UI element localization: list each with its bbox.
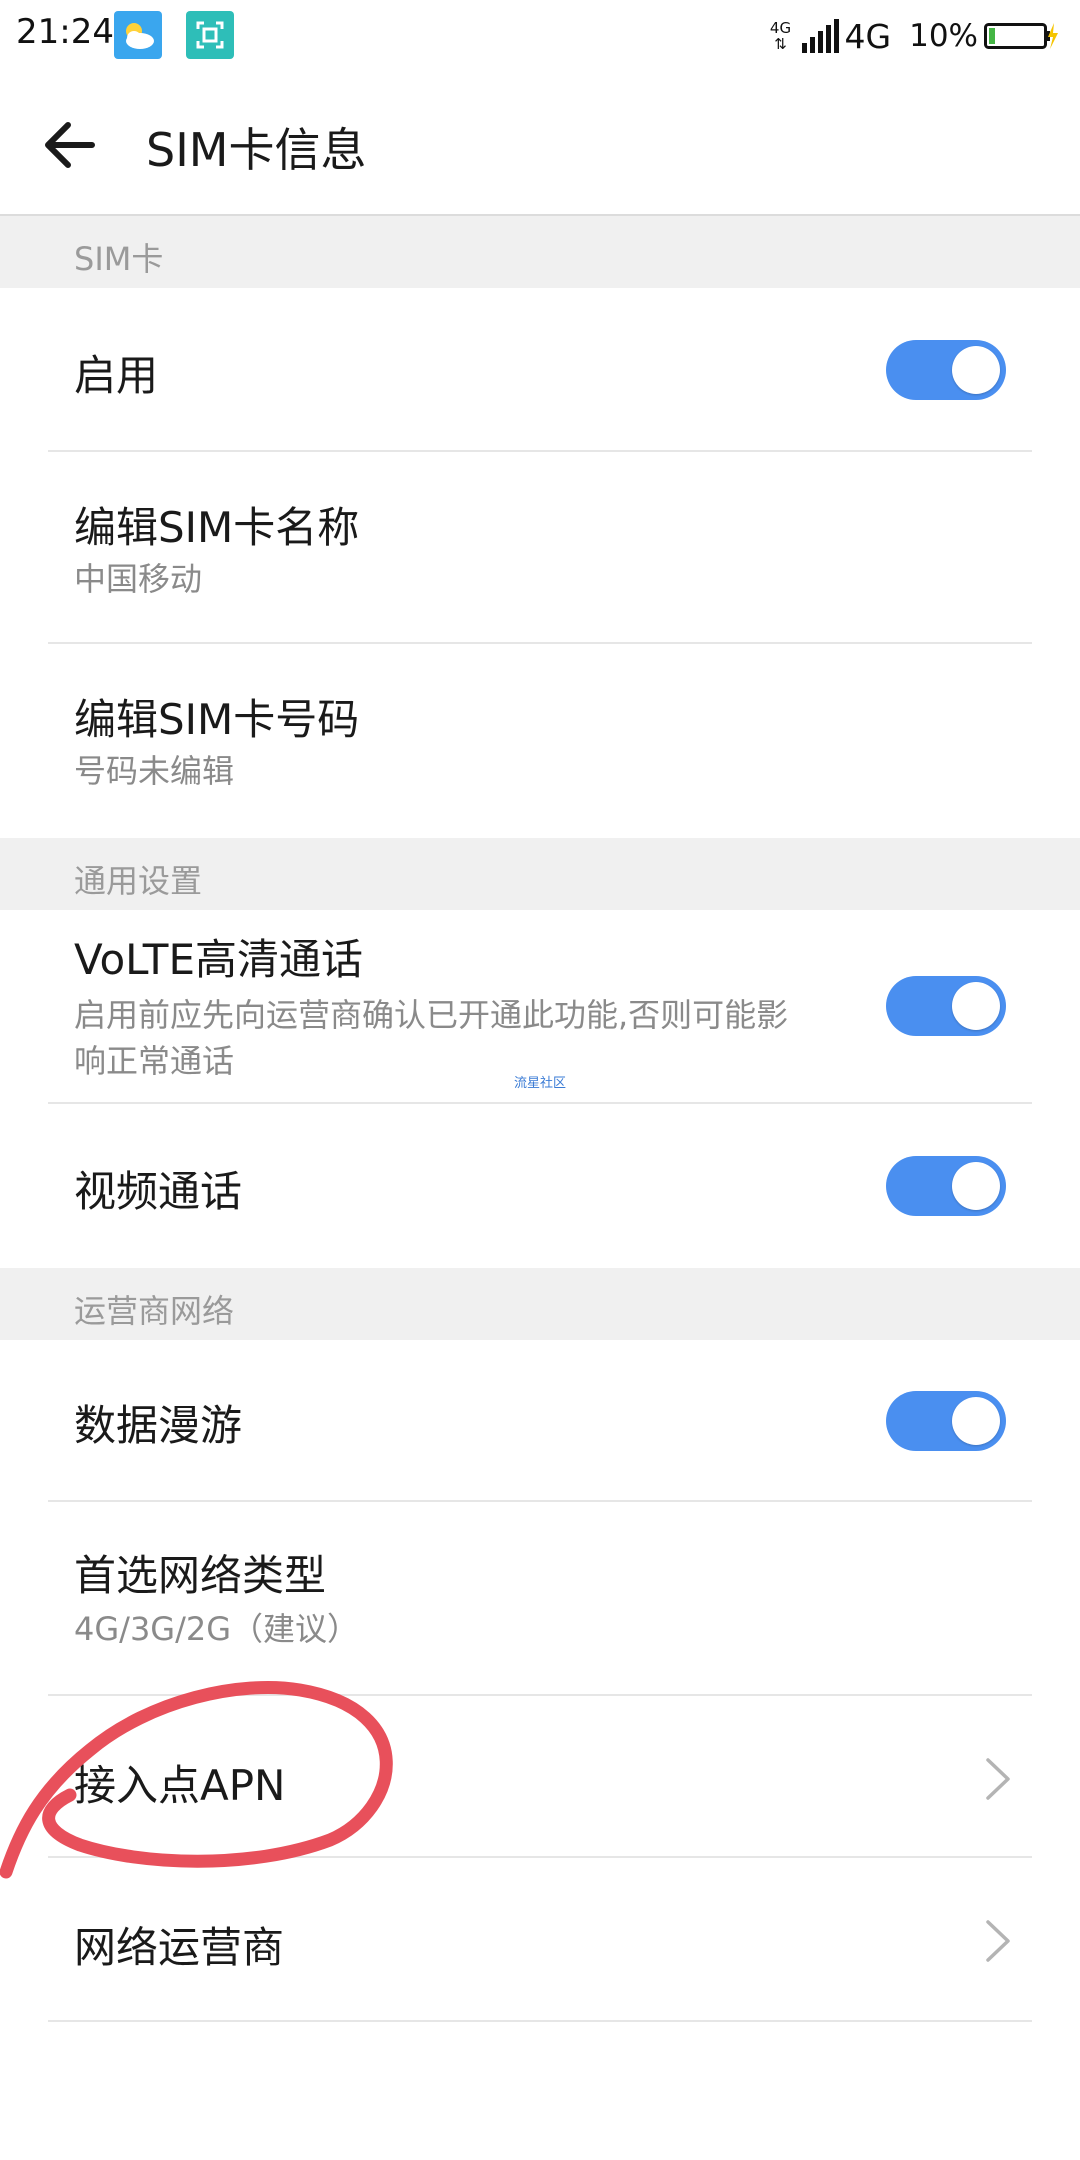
video-call-toggle[interactable]	[886, 1156, 1006, 1216]
row-network-operator[interactable]: 网络运营商	[0, 1858, 1080, 2022]
row-title: VoLTE高清通话	[74, 935, 363, 984]
section-label: 通用设置	[74, 862, 203, 900]
section-header-sim: SIM卡	[0, 216, 1080, 288]
row-edit-sim-name[interactable]: 编辑SIM卡名称 中国移动	[0, 452, 1080, 644]
status-bar: 21:24 4G ⇅ 4G 10%	[0, 0, 1080, 70]
row-apn[interactable]: 接入点APN	[0, 1696, 1080, 1858]
toggle-knob	[952, 982, 1000, 1030]
toggle-knob	[952, 1397, 1000, 1445]
row-preferred-network[interactable]: 首选网络类型 4G/3G/2G（建议）	[0, 1502, 1080, 1696]
app-header: SIM卡信息	[0, 70, 1080, 216]
toggle-knob	[952, 346, 1000, 394]
battery-icon	[984, 23, 1058, 49]
weather-icon	[114, 11, 162, 59]
row-video-call[interactable]: 视频通话	[0, 1104, 1080, 1268]
toggle-knob	[952, 1162, 1000, 1210]
row-title: 视频通话	[74, 1167, 243, 1216]
section-label: SIM卡	[74, 240, 164, 278]
row-data-roaming[interactable]: 数据漫游	[0, 1340, 1080, 1502]
status-right-group: 4G ⇅ 4G 10%	[767, 12, 1058, 60]
network-type: 4G	[844, 16, 892, 56]
watermark-text: 流星社区	[514, 1076, 567, 1091]
section-label: 运营商网络	[74, 1292, 235, 1330]
row-subtitle: 中国移动	[74, 560, 203, 598]
battery-percent: 10%	[909, 18, 978, 54]
network-small-label: 4G	[769, 19, 792, 37]
row-title: 网络运营商	[74, 1923, 285, 1972]
row-title: 编辑SIM卡名称	[74, 503, 360, 552]
data-roaming-toggle[interactable]	[886, 1391, 1006, 1451]
signal-icon	[801, 19, 839, 53]
row-title: 启用	[74, 351, 159, 400]
enable-sim-toggle[interactable]	[886, 340, 1006, 400]
data-arrows-icon: ⇅	[774, 35, 787, 53]
row-subtitle: 号码未编辑	[74, 752, 235, 790]
status-time: 21:24	[16, 12, 114, 52]
row-title: 数据漫游	[74, 1401, 243, 1450]
section-header-carrier: 运营商网络	[0, 1268, 1080, 1340]
divider	[48, 2020, 1032, 2022]
row-enable-sim[interactable]: 启用	[0, 288, 1080, 452]
row-title: 接入点APN	[74, 1761, 286, 1810]
row-subtitle: 4G/3G/2G（建议）	[74, 1610, 360, 1648]
volte-toggle[interactable]	[886, 976, 1006, 1036]
page-title: SIM卡信息	[146, 123, 367, 177]
sim-info-screen: 21:24 4G ⇅ 4G 10% SIM卡信息 SIM卡 启用 编辑SIM卡名…	[0, 0, 1080, 2160]
row-edit-sim-number[interactable]: 编辑SIM卡号码 号码未编辑	[0, 644, 1080, 836]
row-subtitle: 启用前应先向运营商确认已开通此功能,否则可能影响正常通话	[74, 996, 789, 1080]
back-arrow-icon[interactable]	[40, 112, 106, 178]
section-header-general: 通用设置	[0, 838, 1080, 910]
row-title: 首选网络类型	[74, 1551, 327, 1600]
network-small-indicator: 4G ⇅	[767, 20, 795, 52]
scan-icon	[186, 11, 234, 59]
chevron-right-icon	[986, 1758, 1010, 1800]
chevron-right-icon	[986, 1920, 1010, 1962]
row-title: 编辑SIM卡号码	[74, 695, 360, 744]
